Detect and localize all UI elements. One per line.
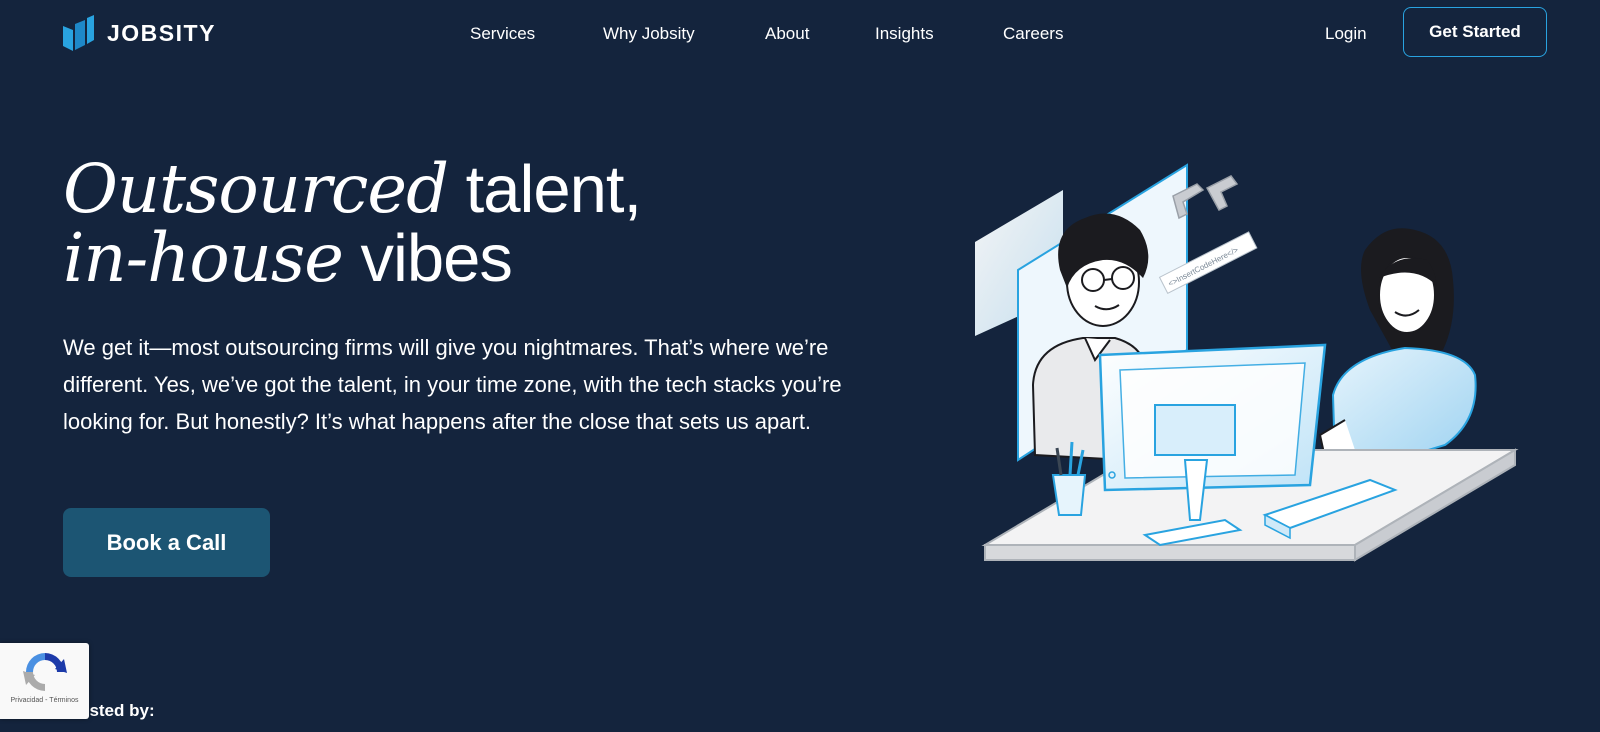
hero-title: Outsourced talent, in-house vibes bbox=[63, 152, 643, 293]
nav-about[interactable]: About bbox=[765, 24, 809, 44]
login-link[interactable]: Login bbox=[1325, 24, 1367, 44]
hero-illustration: <>InsertCodeHere</> bbox=[975, 163, 1519, 562]
desk-front bbox=[984, 544, 1356, 561]
hero-title-line-1: Outsourced talent, bbox=[63, 152, 643, 227]
nav-insights[interactable]: Insights bbox=[875, 24, 934, 44]
hero-title-emphasis-2: in-house bbox=[63, 219, 344, 297]
hero-description: We get it—most outsourcing firms will gi… bbox=[63, 335, 842, 434]
bracket-icon-right bbox=[1205, 175, 1239, 211]
jobsity-logo[interactable]: JOBSITY bbox=[63, 14, 216, 52]
recaptcha-badge[interactable]: Privacidad - Términos bbox=[0, 643, 89, 719]
page: JOBSITY Services Why Jobsity About Insig… bbox=[0, 0, 1600, 732]
jobsity-logo-icon bbox=[63, 15, 94, 51]
hero-title-text-1: talent, bbox=[447, 152, 643, 227]
hero-title-emphasis-1: Outsourced bbox=[63, 150, 449, 228]
book-a-call-button[interactable]: Book a Call bbox=[63, 508, 270, 577]
recaptcha-footer-links[interactable]: Privacidad - Términos bbox=[11, 697, 79, 704]
hero-title-line-2: in-house vibes bbox=[63, 224, 641, 293]
nav-why-jobsity[interactable]: Why Jobsity bbox=[603, 24, 695, 44]
site-header: JOBSITY Services Why Jobsity About Insig… bbox=[0, 0, 1600, 66]
recaptcha-icon bbox=[22, 653, 67, 691]
woman-figure bbox=[1318, 228, 1477, 461]
nav-services[interactable]: Services bbox=[470, 24, 535, 44]
nav-careers[interactable]: Careers bbox=[1003, 24, 1063, 44]
hero-title-text-2: vibes bbox=[342, 221, 513, 296]
get-started-button[interactable]: Get Started bbox=[1403, 7, 1547, 57]
logo-wordmark: JOBSITY bbox=[107, 19, 216, 46]
